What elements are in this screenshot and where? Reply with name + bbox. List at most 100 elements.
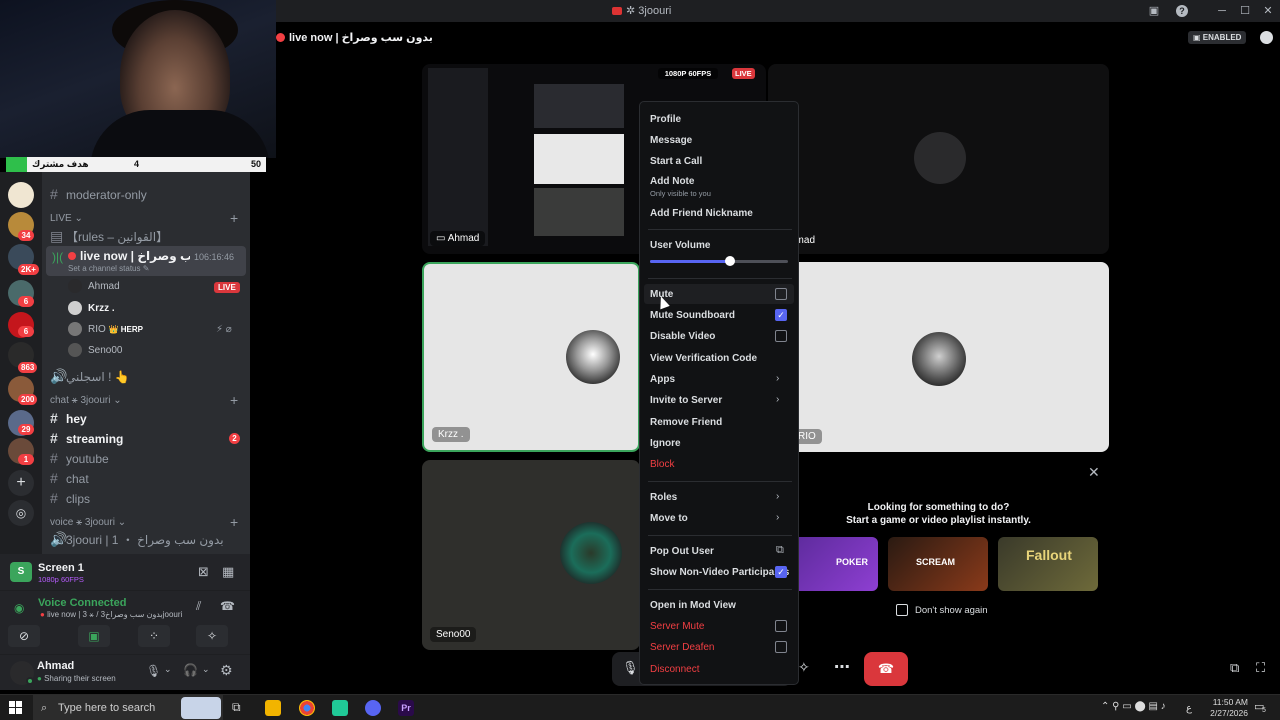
game-card-fallout[interactable]: Fallout <box>998 537 1098 591</box>
voice-user[interactable]: RIO 👑 HERP <box>68 321 143 339</box>
voice-user[interactable]: Krzz . <box>68 300 115 318</box>
chrome-icon[interactable] <box>299 700 315 716</box>
close-icon[interactable]: ✕ <box>1088 464 1100 481</box>
camera-off-button[interactable]: ⊘ <box>8 625 40 647</box>
menu-mute-soundboard[interactable]: Mute Soundboard <box>650 310 735 321</box>
menu-ignore[interactable]: Ignore <box>650 438 681 449</box>
menu-pop-out-user[interactable]: Pop Out User <box>650 546 714 557</box>
server-mute-checkbox[interactable] <box>775 620 787 632</box>
chat-bubble-icon[interactable] <box>1260 31 1273 44</box>
game-card-scream[interactable]: SCREAM <box>888 537 988 591</box>
channel-voice[interactable]: 🔊3joouri | 1 ・ بدون سب وصراخ <box>50 529 244 549</box>
clock-date[interactable]: 2/27/2026 <box>1200 708 1248 718</box>
headphones-icon[interactable]: 🎧 <box>183 663 198 677</box>
windows-start-icon[interactable] <box>9 701 23 715</box>
mute-checkbox[interactable] <box>775 288 787 300</box>
stop-stream-icon[interactable]: ⊠ <box>198 564 209 580</box>
menu-move-to[interactable]: Move to <box>650 513 688 524</box>
menu-mod-view[interactable]: Open in Mod View <box>650 600 736 611</box>
minimize-button[interactable]: ─ <box>1214 3 1230 19</box>
language-indicator[interactable]: ع <box>1186 703 1192 714</box>
mute-soundboard-checkbox[interactable]: ✓ <box>775 309 787 321</box>
menu-disable-video[interactable]: Disable Video <box>650 331 715 342</box>
app-icon[interactable] <box>332 700 348 716</box>
game-card-poker[interactable]: POKER <box>788 537 878 591</box>
participant-tile-krzz[interactable]: Krzz . <box>422 262 640 452</box>
category-chat[interactable]: chat ⚹ 3joouri ⌄ <box>50 395 122 406</box>
voice-channel-name[interactable]: ● live now | 3 ⚹ / بدون سب وصراخ3joouri <box>40 610 190 620</box>
participant-tile-seno00[interactable]: Seno00 <box>422 460 640 650</box>
menu-server-mute[interactable]: Server Mute <box>650 621 704 632</box>
close-window-button[interactable]: ✕ <box>1260 3 1276 19</box>
screen-share-button[interactable]: ▣ <box>78 625 110 647</box>
discord-icon[interactable] <box>365 700 381 716</box>
pop-out-icon[interactable]: ⧉ <box>1230 660 1239 676</box>
add-channel-icon[interactable]: + <box>230 514 238 530</box>
menu-show-non-video[interactable]: Show Non-Video Participants <box>650 567 789 578</box>
channel-live-now[interactable]: live now | بدون سب وصراخ <box>50 246 190 266</box>
menu-remove-friend[interactable]: Remove Friend <box>650 417 722 428</box>
activity-icon[interactable]: ✧ <box>798 659 810 676</box>
server-icon[interactable] <box>8 182 34 208</box>
menu-message[interactable]: Message <box>650 135 692 146</box>
dont-show-checkbox[interactable] <box>896 604 908 616</box>
chevron-down-icon[interactable]: ⌄ <box>164 664 172 675</box>
file-explorer-icon[interactable] <box>265 700 281 716</box>
channel-chat[interactable]: # chat <box>50 468 244 488</box>
channel-streaming[interactable]: # streaming <box>50 428 244 448</box>
participant-tile-rio[interactable]: RIO <box>768 262 1109 452</box>
channel-youtube[interactable]: # youtube <box>50 448 244 468</box>
menu-start-call[interactable]: Start a Call <box>650 156 702 167</box>
maximize-button[interactable]: ☐ <box>1237 3 1253 19</box>
fullscreen-icon[interactable]: ⛶ <box>1256 660 1265 676</box>
menu-profile[interactable]: Profile <box>650 114 681 125</box>
tray-icons[interactable]: ⌃ ⚲ ▭ ⬤ ▤ ♪ <box>1101 701 1166 712</box>
task-view-icon[interactable]: ⧉ <box>232 700 248 716</box>
help-icon[interactable]: ? <box>1176 5 1188 17</box>
add-channel-icon[interactable]: + <box>230 392 238 408</box>
soundboard-button[interactable]: ✧ <box>196 625 228 647</box>
disable-video-checkbox[interactable] <box>775 330 787 342</box>
voice-user[interactable]: Ahmad <box>68 278 120 296</box>
activities-button[interactable]: ⁘ <box>138 625 170 647</box>
noise-suppression-icon[interactable]: ⫽ <box>196 599 201 614</box>
more-options-icon[interactable]: ⋯ <box>834 657 850 677</box>
category-live[interactable]: LIVE ⌄ <box>50 213 83 224</box>
microphone-icon[interactable]: 🎙 <box>622 660 639 676</box>
add-channel-icon[interactable]: + <box>230 210 238 226</box>
signal-icon[interactable]: ◉ <box>14 601 24 615</box>
clock-time[interactable]: 11:50 AM <box>1200 697 1248 707</box>
channel-hey[interactable]: # hey <box>50 408 244 428</box>
menu-roles[interactable]: Roles <box>650 492 677 503</box>
channel-moderator-only[interactable]: # moderator-only <box>50 184 244 204</box>
menu-add-nickname[interactable]: Add Friend Nickname <box>650 208 753 219</box>
disconnect-icon[interactable]: ☎ <box>220 599 235 613</box>
premiere-icon[interactable]: Pr <box>398 700 414 716</box>
menu-invite[interactable]: Invite to Server <box>650 395 722 406</box>
channel-stage[interactable]: 🔊اسجلني ! 👆 <box>50 366 244 386</box>
chevron-down-icon[interactable]: ⌄ <box>202 664 210 675</box>
menu-block[interactable]: Block <box>650 459 674 470</box>
menu-add-note[interactable]: Add Note <box>650 176 694 187</box>
show-non-video-checkbox[interactable]: ✓ <box>775 566 787 578</box>
stream-settings-icon[interactable]: ▦ <box>222 564 234 580</box>
channel-rules[interactable]: ▤ 【rules – القوانين】 <box>50 226 244 246</box>
channel-clips[interactable]: # clips <box>50 488 244 508</box>
menu-apps[interactable]: Apps <box>650 374 675 385</box>
participant-tile-ahmad[interactable]: hmad <box>768 64 1109 254</box>
discover-icon[interactable]: ◎ <box>8 500 34 526</box>
menu-view-verification[interactable]: View Verification Code <box>650 353 757 364</box>
menu-server-deafen[interactable]: Server Deafen <box>650 642 714 653</box>
inbox-icon[interactable]: ▣ <box>1146 3 1162 19</box>
server-deafen-checkbox[interactable] <box>775 641 787 653</box>
voice-user[interactable]: Seno00 <box>68 342 122 360</box>
add-server-icon[interactable]: + <box>8 470 34 496</box>
category-voice[interactable]: voice ⚹ 3joouri ⌄ <box>50 517 126 528</box>
disconnect-call-button[interactable]: ☎ <box>864 652 908 686</box>
volume-slider-handle[interactable] <box>725 256 736 266</box>
volume-slider-track[interactable] <box>650 256 788 266</box>
menu-disconnect[interactable]: Disconnect <box>650 664 699 675</box>
microphone-icon[interactable]: 🎙 <box>146 664 161 678</box>
gear-icon[interactable]: ⚙ <box>220 662 233 679</box>
set-channel-status[interactable]: Set a channel status ✎ <box>68 264 149 273</box>
